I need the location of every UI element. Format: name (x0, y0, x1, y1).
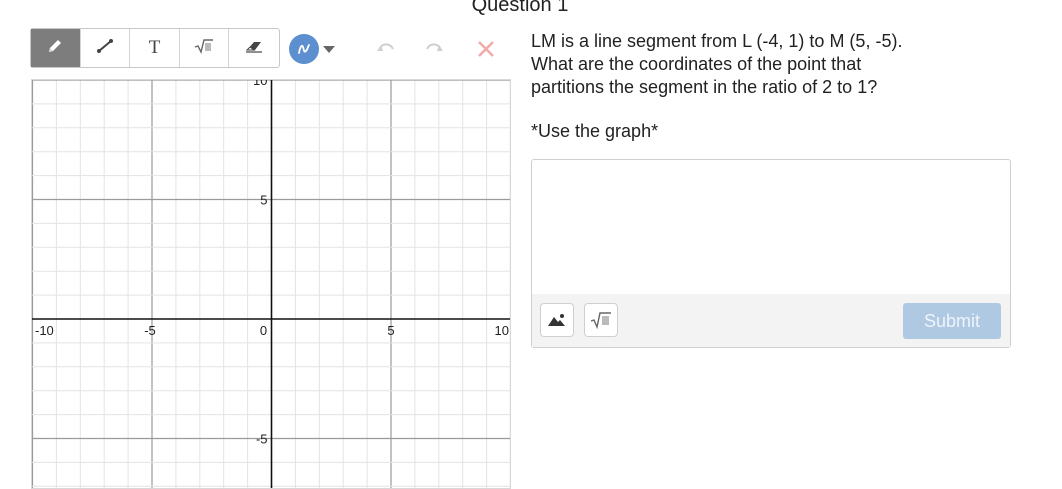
prompt-hint: *Use the graph* (531, 121, 659, 141)
color-picker[interactable] (289, 34, 335, 64)
pencil-icon (46, 37, 64, 60)
prompt-line: What are the coordinates of the point th… (531, 54, 862, 74)
question-prompt: LM is a line segment from L (-4, 1) to M… (531, 30, 961, 99)
prompt-line: partitions the segment in the ratio of 2… (531, 77, 878, 97)
redo-button[interactable] (421, 36, 449, 62)
redo-icon (426, 43, 443, 51)
y-tick-label: -5 (256, 432, 268, 447)
eraser-tool-button[interactable] (229, 29, 279, 67)
answer-box: Submit (531, 159, 1011, 348)
graph-canvas[interactable]: -10 -5 0 5 10 10 5 -5 (32, 80, 511, 489)
close-icon (478, 41, 494, 57)
eraser-icon (244, 38, 264, 59)
line-segment-icon (96, 37, 114, 60)
x-tick-label: -10 (35, 323, 54, 338)
squiggle-icon (298, 44, 310, 54)
answer-text-area[interactable] (532, 160, 1010, 296)
undo-icon (377, 43, 394, 51)
line-tool-button[interactable] (81, 29, 131, 67)
question-title: Question 1 (471, 0, 569, 16)
pencil-tool-button[interactable] (31, 29, 81, 67)
undo-button[interactable] (371, 36, 399, 62)
x-tick-label: -5 (144, 323, 156, 338)
x-tick-label: 5 (387, 323, 394, 338)
chevron-down-icon (323, 45, 335, 53)
coordinate-graph[interactable]: -10 -5 0 5 10 10 5 -5 (31, 79, 511, 489)
insert-math-button[interactable] (584, 303, 618, 337)
pen-color-swatch (289, 34, 319, 64)
submit-button[interactable]: Submit (903, 303, 1001, 339)
text-icon: T (148, 37, 161, 58)
drawing-toolbar: T (30, 28, 280, 68)
clear-button[interactable] (472, 36, 500, 62)
x-tick-label: 0 (260, 323, 267, 338)
x-tick-label: 10 (495, 323, 509, 338)
math-equation-icon (590, 312, 611, 329)
square-root-icon (194, 38, 214, 59)
prompt-line: LM is a line segment from L (-4, 1) to M… (531, 31, 903, 51)
image-upload-icon (548, 314, 565, 326)
y-tick-label: 10 (253, 80, 267, 88)
text-tool-button[interactable]: T (130, 29, 180, 67)
math-tool-button[interactable] (180, 29, 230, 67)
insert-image-button[interactable] (540, 303, 574, 337)
answer-footer: Submit (532, 294, 1010, 347)
y-tick-label: 5 (260, 193, 267, 208)
